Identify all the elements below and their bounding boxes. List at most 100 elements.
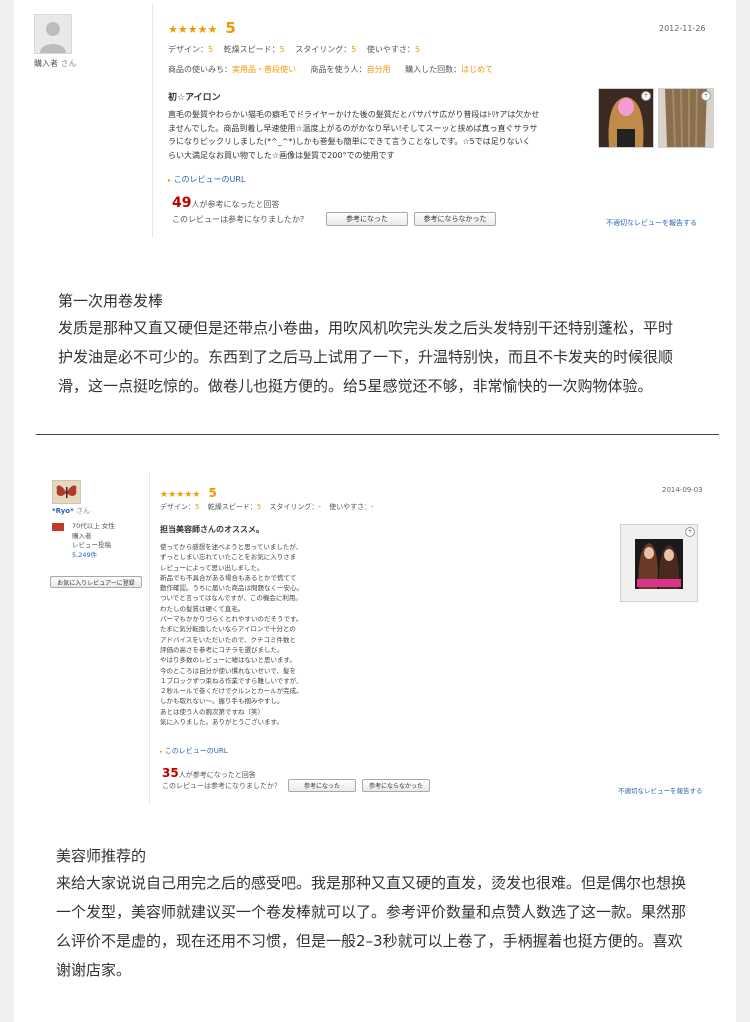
- zoom-icon[interactable]: +: [641, 91, 651, 101]
- rating-row: ★★★★★ 5: [160, 482, 217, 501]
- register-reviewer-button[interactable]: お気に入りレビュアーに登録: [50, 576, 142, 588]
- review-photo[interactable]: +: [620, 524, 698, 602]
- review-body-line: ２秒ルールで巻くだけでクルンとカールが完成。: [160, 687, 303, 696]
- usage-value: 実用品・普段使い: [232, 65, 296, 74]
- helpful-count: 49: [172, 195, 192, 211]
- metric-label: デザイン：: [168, 45, 208, 54]
- review-body-line: 今のところは自分が使い慣れないせいで、髪を: [160, 666, 297, 675]
- review-url-link[interactable]: このレビューのURL: [174, 175, 246, 184]
- translation-title: 美容师推荐的: [56, 847, 147, 865]
- translation-body: 发质是那种又直又硬但是还带点小卷曲，用吹风机吹完头发之后头发特别干还特别蓬松，平…: [58, 314, 708, 401]
- review-body-line: わたしの髪質は硬くて直毛。: [160, 604, 245, 613]
- metric-label: 使いやすさ：: [329, 503, 372, 511]
- translation-line: 发质是那种又直又硬但是还带点小卷曲，用吹风机吹完头发之后头发特别干还特别蓬松，平…: [58, 319, 674, 337]
- helpful-suffix: 人が参考になったと回答: [178, 771, 256, 779]
- review-body: 直毛の髪質やわらかい猫毛の癖毛でドライヤーかけた後の髪質だとパサパサ広がり普段は…: [168, 108, 588, 162]
- translation-title: 第一次用卷发棒: [58, 292, 164, 310]
- translation-line: 滑，这一点挺吃惊的。做卷儿也挺方便的。给5星感觉还不够，非常愉快的一次购物体验。: [58, 377, 653, 395]
- photo-product-icon: [635, 539, 683, 589]
- metric-label: デザイン：: [160, 503, 195, 511]
- review-body-line: らい大満足なお買い物でした☆画像は髪質で200°での使用です: [168, 150, 395, 160]
- helpful-no-button[interactable]: 参考にならなかった: [414, 212, 496, 226]
- review-body-line: 評価の高さを参考にコチラを選びました。: [160, 645, 284, 654]
- review-body-line: １ブロックずつ束ねる作業ですら難しいですが、: [160, 676, 303, 685]
- metric-label: 乾燥スピード：: [223, 45, 280, 54]
- zoom-icon[interactable]: +: [685, 527, 695, 537]
- rating-value: 5: [225, 19, 236, 37]
- metric-label: スタイリング：: [295, 45, 352, 54]
- metric-value: 5: [279, 45, 285, 54]
- helpful-count-row: 35人が参考になったと回答: [162, 762, 256, 781]
- butterfly-icon: [56, 485, 77, 498]
- helpful-count: 35: [162, 766, 179, 780]
- star-rating-icon: ★★★★★: [160, 490, 201, 500]
- metric-label: 使いやすさ：: [366, 45, 415, 54]
- reviewer-suffix: さん: [60, 59, 77, 68]
- rating-value: 5: [208, 486, 217, 500]
- metric-value: 5: [414, 45, 421, 54]
- review-body-line: ラになりビックリしました(*^_^*)しかも巻髪も簡単にできて言うことなしです。…: [168, 137, 531, 146]
- reviewer-name-link[interactable]: *Ryo*: [52, 507, 74, 515]
- review-photo-1[interactable]: +: [598, 88, 654, 148]
- usage-row: 商品の使いみち：実用品・普段使い 商品を使う人：自分用 購入した回数：はじめて: [168, 64, 493, 75]
- user-silhouette-icon: [40, 22, 66, 53]
- star-rating-icon: ★★★★★: [168, 23, 218, 36]
- metric-value: -: [318, 503, 321, 511]
- avatar: [34, 14, 72, 54]
- review-body-line: ずっとしまい忘れていたことをお気に入りさま: [160, 553, 297, 562]
- profile-line: 購入者: [72, 531, 92, 540]
- report-review-link[interactable]: 不適切なレビューを報告する: [606, 218, 697, 228]
- reviewer-badge-icon: [52, 523, 64, 531]
- helpful-no-button[interactable]: 参考にならなかった: [362, 779, 430, 792]
- review-date: 2012-11-26: [659, 24, 706, 33]
- review-body-line: 使ってから感想を述べようと思っていましたが、: [160, 543, 303, 551]
- review-body-line: やはり多数のレビューに嘘はないと思います。: [160, 656, 296, 665]
- translation-line: 谢谢店家。: [56, 961, 132, 979]
- review-title: 初☆アイロン: [168, 93, 221, 103]
- reviewer-profile: 70代以上 女性 購入者 レビュー投稿 5,249件: [72, 522, 115, 560]
- review-card-2: *Ryo* さん 70代以上 女性 購入者 レビュー投稿 5,249件 お気に入…: [40, 472, 720, 804]
- count-value: はじめて: [461, 65, 494, 74]
- helpful-yes-button[interactable]: 参考になった: [326, 212, 408, 226]
- review-url-row[interactable]: ▸ このレビューのURL: [168, 174, 245, 185]
- review-title: 担当美容師さんのオススメ。: [160, 525, 264, 534]
- review-body-line: 新品でも不具合がある場合もあるとかで慌てて: [160, 573, 297, 582]
- review-body-line: しかも取れない～。握り手も掴みやすし。: [160, 697, 284, 706]
- metric-value: 5: [351, 45, 357, 54]
- zoom-icon[interactable]: +: [701, 91, 711, 101]
- reviewer-name[interactable]: *Ryo* さん: [52, 506, 90, 516]
- metric-value: 5: [256, 503, 262, 511]
- metric-value: 5: [208, 45, 214, 54]
- reviewer-name: 購入者 さん: [34, 58, 77, 69]
- review-url-link[interactable]: このレビューのURL: [165, 747, 228, 755]
- arrow-right-icon: ▸: [160, 749, 163, 755]
- user-label: 商品を使う人：: [310, 65, 367, 74]
- column-divider: [152, 4, 153, 238]
- metric-label: 乾燥スピード：: [207, 503, 257, 511]
- review-body-line: ついでと言ってはなんですが、この機会に利用。: [160, 594, 302, 603]
- review-body-line: ませんでした。商品到着し早速使用☆温度上がるのがかなり早い!そしてスーッと挟めば…: [168, 123, 538, 133]
- translation-line: 护发油是必不可少的。东西到了之后马上试用了一下，升温特别快，而且不卡发夹的时候很…: [58, 348, 674, 366]
- reviewer-label: 購入者: [34, 59, 58, 68]
- translation-line: 么评价不是虚的，现在还用不习惯，但是一般2–3秒就可以上卷了，手柄握着也挺方便的…: [56, 932, 683, 950]
- helpful-question: このレビューは参考になりましたか？: [172, 215, 308, 224]
- metric-value: 5: [195, 503, 200, 511]
- column-divider: [149, 472, 150, 804]
- avatar: [52, 480, 81, 504]
- profile-line: 70代以上 女性: [72, 522, 115, 530]
- review-count-link[interactable]: 5,249件: [72, 551, 115, 561]
- review-url-row[interactable]: ▸ このレビューのURL: [160, 746, 228, 756]
- review-photo-2[interactable]: +: [658, 88, 714, 148]
- section-divider: [36, 434, 719, 435]
- report-review-link[interactable]: 不適切なレビューを報告する: [618, 785, 703, 795]
- review-body-line: たまに気分転換したいならアイロンで十分との: [160, 625, 296, 634]
- review-body-line: 気に入りました。ありがとうございます。: [160, 718, 283, 727]
- translation-body: 来给大家说说自己用完之后的感受吧。我是那种又直又硬的直发，烫发也很难。但是偶尔也…: [56, 869, 720, 985]
- helpful-yes-button[interactable]: 参考になった: [288, 779, 356, 792]
- translation-line: 来给大家说说自己用完之后的感受吧。我是那种又直又硬的直发，烫发也很难。但是偶尔也…: [56, 874, 687, 892]
- page-margin-left: [0, 0, 14, 1022]
- metric-label: スタイリング：: [269, 503, 319, 511]
- profile-line: レビュー投稿: [72, 541, 111, 549]
- helpful-question: このレビューは参考になりましたか？: [162, 782, 281, 790]
- metrics-row: デザイン：5 乾燥スピード：5 スタイリング：5 使いやすさ：5: [168, 44, 420, 55]
